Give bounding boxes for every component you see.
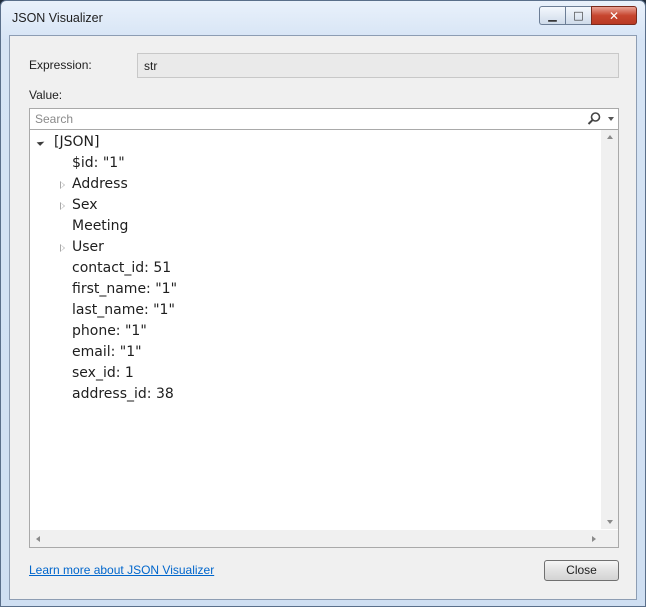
- tree-row-label: User: [72, 239, 104, 255]
- tree-row-label: Address: [72, 176, 128, 192]
- search-icon[interactable]: [586, 111, 602, 127]
- tree-row-label: Sex: [72, 197, 98, 213]
- tree-row[interactable]: [JSON]: [30, 132, 590, 153]
- close-button[interactable]: Close: [544, 560, 619, 581]
- search-options-dropdown-icon[interactable]: [608, 117, 614, 121]
- search-box: [29, 108, 619, 130]
- tree-row-label: first_name: "1": [72, 281, 178, 297]
- dialog-client-area: Expression: str Value: [JSON] $id: "1" Add…: [9, 35, 637, 600]
- tree-row-label: email: "1": [72, 344, 142, 360]
- tree-row[interactable]: last_name: "1": [30, 300, 590, 321]
- search-input[interactable]: [30, 109, 585, 129]
- maximize-icon: □: [573, 9, 584, 22]
- vertical-scrollbar[interactable]: [601, 130, 618, 529]
- scroll-left-icon[interactable]: [36, 536, 40, 542]
- expand-arrow-icon[interactable]: [60, 202, 65, 210]
- value-label: Value:: [29, 88, 63, 102]
- tree-row[interactable]: address_id: 38: [30, 384, 590, 405]
- tree-row-label: [JSON]: [54, 134, 100, 150]
- window-close-button[interactable]: ✕: [591, 6, 637, 25]
- expand-arrow-icon[interactable]: [60, 244, 65, 252]
- tree-row-label: address_id: 38: [72, 386, 174, 402]
- expression-field: str: [137, 53, 619, 78]
- window-controls: ▁ □ ✕: [539, 6, 637, 25]
- json-tree-view[interactable]: [JSON] $id: "1" Address Sex Meeting User conta…: [29, 130, 619, 548]
- learn-more-link[interactable]: Learn more about JSON Visualizer: [29, 563, 214, 577]
- tree-row[interactable]: Meeting: [30, 216, 590, 237]
- tree-row[interactable]: User: [30, 237, 590, 258]
- tree-row-label: sex_id: 1: [72, 365, 134, 381]
- scroll-down-icon[interactable]: [607, 520, 613, 524]
- json-visualizer-window: JSON Visualizer ▁ □ ✕ Expression: str Va…: [0, 0, 646, 607]
- horizontal-scrollbar[interactable]: [30, 530, 602, 547]
- tree-row[interactable]: first_name: "1": [30, 279, 590, 300]
- tree-row-label: contact_id: 51: [72, 260, 172, 276]
- tree-row[interactable]: phone: "1": [30, 321, 590, 342]
- scrollbar-corner: [601, 530, 618, 547]
- tree-row[interactable]: contact_id: 51: [30, 258, 590, 279]
- tree-row-label: $id: "1": [72, 155, 125, 171]
- title-bar[interactable]: JSON Visualizer ▁ □ ✕: [1, 1, 645, 35]
- tree-row-label: last_name: "1": [72, 302, 175, 318]
- minimize-button[interactable]: ▁: [539, 6, 565, 25]
- tree-row-label: phone: "1": [72, 323, 147, 339]
- maximize-button[interactable]: □: [565, 6, 591, 25]
- tree-row[interactable]: email: "1": [30, 342, 590, 363]
- collapse-arrow-icon[interactable]: [36, 138, 45, 146]
- scroll-up-icon[interactable]: [607, 135, 613, 139]
- tree-row[interactable]: Sex: [30, 195, 590, 216]
- tree-row[interactable]: Address: [30, 174, 590, 195]
- tree-row[interactable]: sex_id: 1: [30, 363, 590, 384]
- scroll-right-icon[interactable]: [592, 536, 596, 542]
- close-icon: ✕: [608, 8, 620, 23]
- expression-label: Expression:: [29, 58, 92, 72]
- window-title: JSON Visualizer: [12, 11, 103, 25]
- tree-row[interactable]: $id: "1": [30, 153, 590, 174]
- minimize-icon: ▁: [548, 9, 557, 22]
- tree-row-label: Meeting: [72, 218, 129, 234]
- expand-arrow-icon[interactable]: [60, 181, 65, 189]
